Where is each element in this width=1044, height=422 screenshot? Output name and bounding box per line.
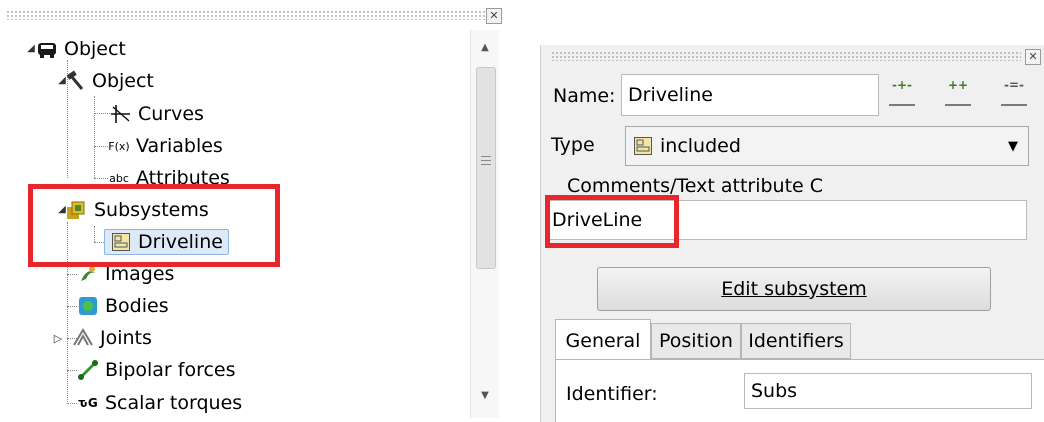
type-label: Type (551, 134, 595, 156)
tab-identifiers[interactable]: Identifiers (741, 323, 851, 359)
tree-node-label: Object (64, 38, 126, 60)
tree-node-bipolar-forces[interactable]: Bipolar forces (77, 355, 236, 385)
tree-connector (67, 403, 77, 404)
tree-connector (67, 370, 77, 371)
type-dropdown[interactable]: included ▼ (625, 126, 1029, 166)
tree-node-bodies[interactable]: Bodies (77, 291, 169, 321)
curves-icon (110, 103, 132, 125)
remove-item-icon[interactable]: -=- (1001, 78, 1027, 106)
thumb-grip (481, 156, 491, 157)
comments-label: Comments/Text attribute C (567, 175, 824, 197)
tree-node-label: Variables (136, 135, 223, 157)
tree-connector (67, 274, 77, 275)
tree-vertical-scrollbar[interactable]: ▲ ▼ (470, 30, 499, 418)
tree-node-scalar-torques[interactable]: ԏG Scalar torques (77, 388, 242, 418)
tree-panel-close-icon[interactable]: ✕ (486, 8, 502, 24)
identifier-value: Subs (751, 380, 798, 402)
name-value: Driveline (628, 84, 713, 106)
scroll-up-arrow-icon[interactable]: ▲ (471, 38, 499, 58)
properties-panel-grip[interactable] (551, 51, 1021, 61)
thumb-grip (481, 160, 491, 161)
tree-node-label: Bodies (105, 295, 169, 317)
tree-node-label: Object (92, 70, 154, 92)
thumb-grip (481, 164, 491, 165)
scrollbar-thumb[interactable] (476, 67, 496, 269)
tree-node-root-object[interactable]: Object (36, 34, 126, 64)
tree-connector (94, 96, 95, 178)
highlight-box (545, 195, 679, 248)
dropdown-arrow-icon: ▼ (1008, 138, 1018, 154)
scroll-down-arrow-icon[interactable]: ▼ (471, 386, 499, 406)
tree-node-label: Scalar torques (105, 392, 243, 414)
joints-icon (72, 327, 94, 349)
properties-panel-close-icon[interactable]: ✕ (1025, 49, 1041, 65)
tree-connector (67, 306, 77, 307)
tree-connector (94, 178, 108, 179)
subsystem-block-icon (632, 135, 654, 157)
highlight-box (28, 184, 280, 267)
bipolar-force-icon (77, 359, 99, 381)
type-value: included (660, 135, 741, 157)
tree-node-joints[interactable]: Joints (72, 323, 152, 353)
edit-subsystem-button[interactable]: Edit subsystem (597, 267, 991, 311)
general-tab-pane: Identifier: Subs (555, 359, 1044, 422)
add-item-icon[interactable]: -+- (889, 78, 915, 106)
tree-node-variables[interactable]: F(x) Variables (108, 131, 223, 161)
function-icon: F(x) (108, 139, 130, 153)
tree-connector (94, 146, 108, 147)
tab-general[interactable]: General (555, 319, 651, 361)
tree-node-object[interactable]: Object (64, 66, 154, 96)
collapse-arrow-icon[interactable]: ▷ (52, 332, 64, 345)
tree-node-label: Curves (138, 103, 204, 125)
tree-node-label: Joints (100, 327, 152, 349)
scalar-torque-icon: ԏG (78, 396, 98, 410)
identifier-label: Identifier: (566, 383, 658, 405)
tab-position[interactable]: Position (651, 323, 741, 359)
tree-connector (94, 113, 110, 114)
name-label: Name: (553, 85, 616, 107)
properties-panel: ✕ Name: Driveline -+- ++ -=- Type includ… (540, 45, 1044, 422)
tree-node-label: Bipolar forces (105, 359, 236, 381)
hammer-icon (64, 70, 86, 92)
name-field[interactable]: Driveline (621, 74, 879, 116)
bodies-icon (77, 295, 99, 317)
car-icon (36, 38, 58, 60)
add-multiple-icon[interactable]: ++ (945, 78, 971, 106)
tree-node-curves[interactable]: Curves (110, 99, 204, 129)
identifier-field[interactable]: Subs (744, 373, 1032, 409)
object-tree-panel: ✕ ◢ Object ◢ Object Curves F(x) Variable… (0, 0, 510, 422)
tree-panel-grip[interactable] (6, 10, 486, 20)
